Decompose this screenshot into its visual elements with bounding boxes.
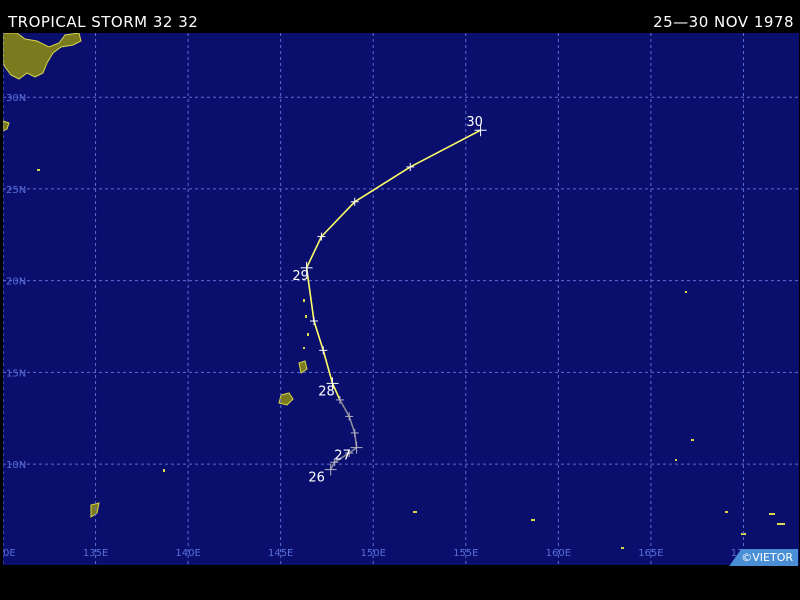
lon-label: 140E [175,548,200,559]
lon-label: 130E [3,548,16,559]
lat-label: 20N [6,277,26,288]
day-label: 29 [292,269,309,284]
day-label: 28 [318,384,335,399]
credit-badge: ©VIETOR [729,549,798,566]
footer-bar [0,566,800,600]
day-label: 26 [308,471,325,486]
lon-label: 145E [268,548,293,559]
track-map: 10N 15N 20N 25N 30N 130E 135E 140E 145E 150E 155E 1… [0,32,799,565]
header-bar: TROPICAL STORM 32 32 25—30 NOV 1978 [0,0,800,32]
lon-label: 165E [638,548,663,559]
lon-label: 150E [361,548,386,559]
ocean [3,33,799,565]
lat-label: 10N [6,460,26,471]
date-range: 25—30 NOV 1978 [653,13,794,31]
lat-label: 15N [6,368,26,379]
lon-label: 135E [83,548,108,559]
storm-title: TROPICAL STORM 32 32 [8,13,199,31]
lat-label: 30N [6,93,26,104]
day-label: 27 [334,449,351,464]
map-canvas: 10N 15N 20N 25N 30N 130E 135E 140E 145E 150E 155E 1… [0,32,799,565]
lat-label: 25N [6,185,26,196]
lon-label: 155E [453,548,478,559]
day-label: 30 [466,115,483,130]
lon-label: 160E [546,548,571,559]
